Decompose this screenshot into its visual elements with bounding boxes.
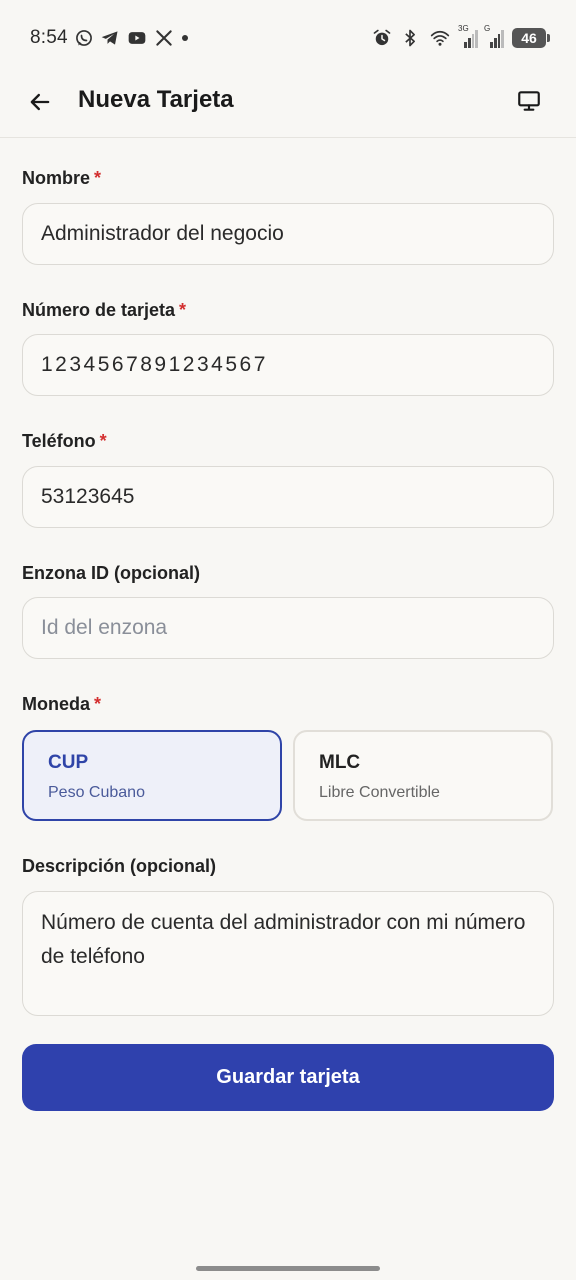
bluetooth-icon	[405, 29, 415, 47]
alarm-icon	[373, 29, 391, 46]
monitor-icon[interactable]	[516, 88, 542, 114]
moneda-label-text: Moneda	[22, 694, 91, 714]
nombre-value: Administrador del negocio	[41, 222, 284, 245]
currency-code: MLC	[319, 752, 361, 773]
youtube-icon	[128, 32, 146, 44]
descripcion-label: Descripción (opcional)	[22, 856, 216, 877]
save-card-button[interactable]: Guardar tarjeta	[22, 1044, 554, 1111]
required-mark: *	[99, 431, 107, 451]
enzona-input[interactable]: Id del enzona	[22, 597, 554, 659]
telefono-label: Teléfono *	[22, 431, 107, 452]
nombre-label-text: Nombre	[22, 168, 91, 188]
enzona-label-text: Enzona ID (opcional)	[22, 563, 200, 583]
page-title: Nueva Tarjeta	[78, 86, 234, 113]
required-mark: *	[179, 300, 187, 320]
numero-input[interactable]: 1234567891234567	[22, 334, 554, 396]
moneda-label: Moneda *	[22, 694, 101, 715]
telefono-value: 53123645	[41, 485, 135, 508]
currency-code: CUP	[48, 752, 89, 773]
status-left: 8:54	[30, 27, 188, 49]
new-card-screen: 8:54 3G G 46 Nueva Tarjeta Nombre * Admi…	[0, 0, 576, 1280]
nombre-label: Nombre *	[22, 168, 101, 189]
signal-3g-label: 3G	[458, 24, 469, 33]
required-mark: *	[94, 694, 102, 714]
signal-g-icon: G	[484, 24, 504, 48]
telegram-icon	[101, 31, 118, 45]
signal-g-label: G	[484, 24, 491, 33]
descripcion-value: Número de cuenta del administrador con m…	[41, 911, 526, 968]
enzona-label: Enzona ID (opcional)	[22, 563, 200, 584]
home-indicator[interactable]	[196, 1266, 380, 1271]
more-notifications-dot	[181, 35, 188, 41]
telefono-input[interactable]: 53123645	[22, 466, 554, 528]
descripcion-label-text: Descripción (opcional)	[22, 856, 217, 876]
signal-3g-icon: 3G	[458, 24, 478, 48]
battery-icon: 46	[512, 28, 550, 48]
enzona-placeholder: Id del enzona	[41, 616, 168, 639]
currency-name: Peso Cubano	[48, 784, 145, 801]
back-arrow-icon[interactable]	[26, 88, 54, 116]
currency-option-cup[interactable]: CUP Peso Cubano	[22, 730, 282, 821]
numero-label-text: Número de tarjeta	[22, 300, 176, 320]
numero-value: 1234567891234567	[41, 353, 268, 376]
status-bar: 8:54 3G G 46	[0, 0, 576, 76]
whatsapp-icon	[75, 30, 92, 46]
currency-option-mlc[interactable]: MLC Libre Convertible	[293, 730, 553, 821]
numero-label: Número de tarjeta *	[22, 300, 186, 321]
currency-name: Libre Convertible	[319, 784, 440, 801]
x-icon	[156, 30, 172, 46]
app-bar: Nueva Tarjeta	[0, 76, 576, 138]
status-time: 8:54	[30, 27, 68, 48]
battery-level: 46	[521, 30, 537, 46]
telefono-label-text: Teléfono	[22, 431, 96, 451]
wifi-icon	[430, 30, 450, 46]
nombre-input[interactable]: Administrador del negocio	[22, 203, 554, 265]
required-mark: *	[94, 168, 102, 188]
descripcion-textarea[interactable]: Número de cuenta del administrador con m…	[22, 891, 554, 1016]
status-right: 3G G 46	[372, 24, 550, 48]
